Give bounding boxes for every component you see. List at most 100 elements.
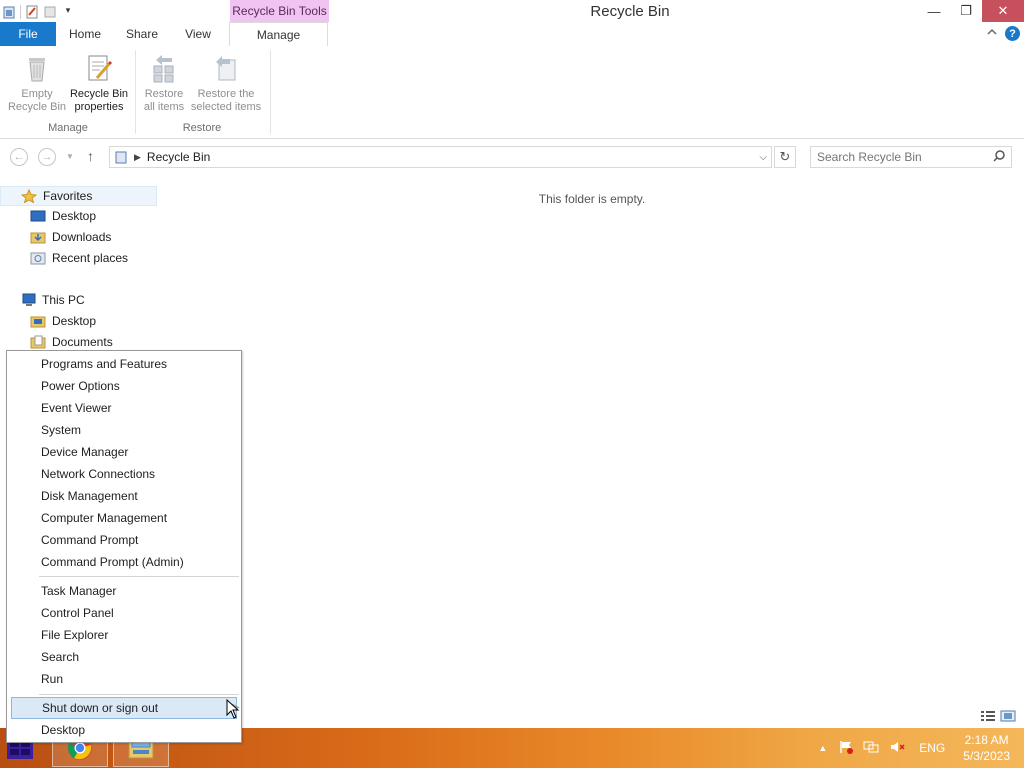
tab-file[interactable]: File (0, 22, 56, 46)
help-icon[interactable]: ? (1005, 26, 1020, 41)
recycle-bin-properties-button[interactable]: Recycle Bin properties (68, 52, 130, 114)
restore-group-label: Restore (182, 122, 222, 134)
menu-item-shut-down-or-sign-out[interactable]: Shut down or sign out (11, 697, 237, 719)
address-row: ← → ▼ ↑ ▶ Recycle Bin ⌵ ↻ (0, 140, 1024, 174)
nav-item-desktop[interactable]: Desktop (30, 206, 96, 226)
large-icons-view-icon[interactable] (1000, 710, 1016, 725)
menu-item-power-options[interactable]: Power Options (11, 375, 237, 397)
menu-item-event-viewer[interactable]: Event Viewer (11, 397, 237, 419)
back-button[interactable]: ← (10, 148, 28, 166)
recycle-bin-icon (21, 52, 53, 84)
nav-item-documents[interactable]: Documents (30, 332, 113, 352)
nav-item-label: Recent places (52, 251, 129, 265)
menu-item-desktop[interactable]: Desktop (11, 719, 237, 741)
menu-item-control-panel[interactable]: Control Panel (11, 602, 237, 624)
forward-button[interactable]: → (38, 148, 56, 166)
nav-item-label: Desktop (52, 209, 97, 223)
properties-label-1: Recycle Bin (69, 88, 129, 100)
menu-item-disk-management[interactable]: Disk Management (11, 485, 237, 507)
restore-selected-label-2: selected items (190, 101, 262, 113)
clock-date: 5/3/2023 (963, 749, 1010, 763)
restore-button[interactable]: ❐ (950, 0, 982, 22)
nav-this-pc[interactable]: This PC (20, 290, 85, 310)
close-button[interactable]: ✕ (982, 0, 1024, 22)
system-tray: ▲ ENG 2:18 AM 5/3/2023 (818, 728, 1024, 768)
ribbon-tab-bar: File Home Share View Manage (0, 22, 1024, 47)
address-bar[interactable]: ▶ Recycle Bin ⌵ (109, 146, 772, 168)
ribbon: Empty Recycle Bin Recycle Bin properties… (0, 46, 1024, 139)
customize-qat-icon[interactable]: ▾ (61, 5, 75, 19)
restore-selected-items-button[interactable]: Restore the selected items (188, 52, 264, 114)
clock-time: 2:18 AM (964, 733, 1009, 747)
menu-item-network-connections[interactable]: Network Connections (11, 463, 237, 485)
nav-item-recent-places[interactable]: Recent places (30, 248, 128, 268)
empty-label-1: Empty (21, 88, 53, 100)
manage-group-label: Manage (48, 122, 88, 134)
qat-divider (20, 5, 21, 19)
folder-icon (30, 314, 46, 328)
computer-icon (20, 293, 36, 307)
search-icon[interactable] (993, 149, 1005, 165)
restore-all-items-button[interactable]: Restore all items (140, 52, 188, 114)
menu-item-command-prompt[interactable]: Command Prompt (11, 529, 237, 551)
menu-item-programs-and-features[interactable]: Programs and Features (11, 353, 237, 375)
downloads-folder-icon (30, 230, 46, 244)
tab-manage[interactable]: Manage (229, 22, 328, 47)
tab-view[interactable]: View (170, 22, 226, 46)
properties-icon[interactable] (25, 5, 39, 19)
desktop-icon (30, 209, 46, 223)
properties-label-2: properties (74, 101, 124, 113)
menu-separator (39, 576, 239, 577)
search-input[interactable] (817, 150, 987, 164)
refresh-button[interactable]: ↻ (774, 146, 796, 168)
input-language[interactable]: ENG (919, 741, 945, 755)
menu-item-command-prompt-admin[interactable]: Command Prompt (Admin) (11, 551, 237, 573)
network-icon[interactable] (863, 740, 879, 757)
chevron-up-icon[interactable] (986, 26, 998, 41)
recycle-bin-small-icon[interactable] (2, 5, 16, 19)
nav-item-downloads[interactable]: Downloads (30, 227, 111, 247)
documents-folder-icon (30, 335, 46, 349)
menu-item-system[interactable]: System (11, 419, 237, 441)
breadcrumb-chevron-icon[interactable]: ▶ (134, 152, 141, 163)
nav-favorites[interactable]: Favorites (0, 186, 157, 206)
window-controls: — ❐ ✕ (918, 0, 1024, 22)
action-center-flag-icon[interactable] (839, 740, 854, 757)
volume-muted-icon[interactable] (889, 740, 905, 757)
menu-item-device-manager[interactable]: Device Manager (11, 441, 237, 463)
restore-selected-icon (210, 52, 242, 84)
restore-all-label-1: Restore (144, 88, 184, 100)
menu-item-computer-management[interactable]: Computer Management (11, 507, 237, 529)
empty-label-2: Recycle Bin (7, 101, 67, 113)
contextual-tab-header: Recycle Bin Tools (230, 0, 329, 22)
tab-home[interactable]: Home (56, 22, 114, 46)
minimize-button[interactable]: — (918, 0, 950, 22)
show-hidden-icons-icon[interactable]: ▲ (818, 743, 827, 753)
details-view-icon[interactable] (980, 710, 996, 725)
properties-icon (83, 52, 115, 84)
tab-share[interactable]: Share (114, 22, 170, 46)
empty-folder-message: This folder is empty. (538, 192, 646, 206)
menu-item-task-manager[interactable]: Task Manager (11, 580, 237, 602)
new-folder-icon[interactable] (43, 5, 57, 19)
ribbon-divider (270, 50, 271, 134)
menu-item-file-explorer[interactable]: File Explorer (11, 624, 237, 646)
menu-item-search[interactable]: Search (11, 646, 237, 668)
empty-recycle-bin-button[interactable]: Empty Recycle Bin (6, 52, 68, 114)
menu-separator (39, 694, 239, 695)
menu-item-run[interactable]: Run (11, 668, 237, 690)
restore-all-label-2: all items (143, 101, 185, 113)
recent-locations-icon[interactable]: ▼ (66, 152, 74, 161)
nav-item-pc-desktop[interactable]: Desktop (30, 311, 96, 331)
search-box[interactable] (810, 146, 1012, 168)
view-switcher (980, 710, 1016, 725)
nav-this-pc-label: This PC (42, 293, 85, 307)
recent-places-icon (30, 251, 46, 265)
restore-all-icon (148, 52, 180, 84)
clock[interactable]: 2:18 AM 5/3/2023 (953, 732, 1024, 764)
breadcrumb[interactable]: Recycle Bin (147, 150, 759, 164)
mouse-cursor-icon (226, 698, 240, 722)
chevron-down-icon[interactable]: ⌵ (759, 152, 767, 163)
recycle-bin-small-icon (114, 150, 128, 164)
up-arrow-icon[interactable]: ↑ (87, 148, 94, 164)
